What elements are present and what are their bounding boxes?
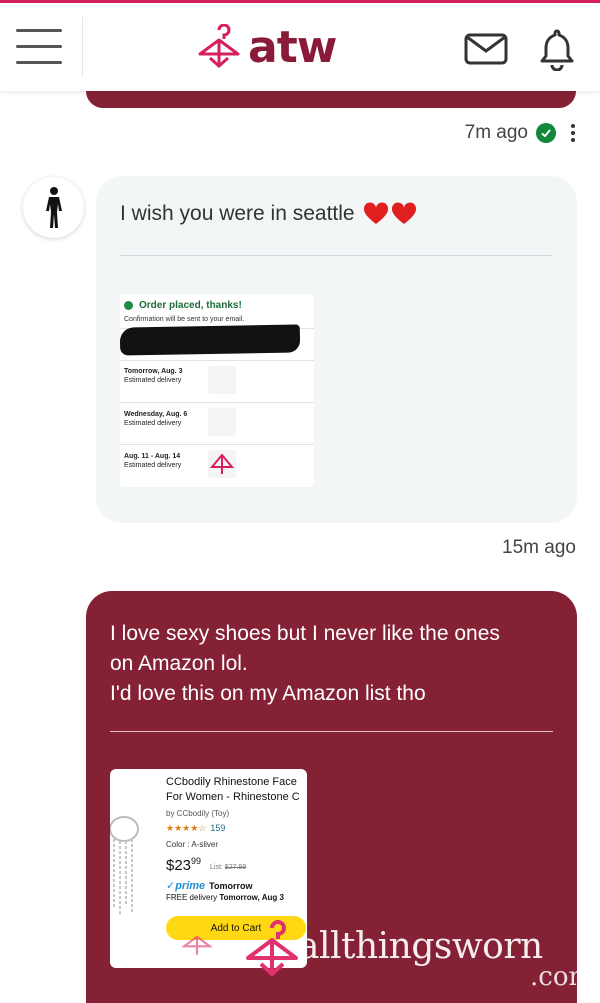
app-header: atw [0,3,600,91]
product-image [110,809,162,919]
product-thumbnail [208,408,236,436]
order-subheading: Confirmation will be sent to your email. [124,316,245,323]
message-text: I wish you were in seattle [120,202,417,226]
watermark-text: allthingsworn [298,926,543,967]
product-thumbnail [208,450,236,478]
message-divider [120,255,552,256]
message-text: I love sexy shoes but I never like the o… [110,622,500,705]
prime-delivery: ✓prime Tomorrow [166,880,253,892]
hamburger-menu-icon[interactable] [16,29,66,69]
delivery-row: Tomorrow, Aug. 3 Estimated delivery [124,368,183,384]
redaction-mark [120,324,301,356]
message-meta: 7m ago [465,120,576,146]
order-heading: Order placed, thanks! [124,300,242,311]
divider [120,444,314,445]
hanger-logo-icon [246,920,298,977]
hanger-logo-icon [182,935,212,955]
message-time: 15m ago [502,537,576,558]
envelope-icon[interactable] [464,33,508,65]
product-color: Color : A-sliver [166,840,219,849]
logo-text: atw [248,21,337,73]
person-silhouette-icon [45,186,62,228]
check-circle-icon [124,301,133,310]
product-title: CCbodily Rhinestone Face For Women - Rhi… [166,776,300,803]
product-price: $2399 [166,856,202,874]
delivery-row: Wednesday, Aug. 6 Estimated delivery [124,411,188,427]
hanger-logo-icon [209,453,235,474]
order-screenshot-attachment[interactable]: Order placed, thanks! Confirmation will … [120,294,314,487]
message-divider [110,731,553,732]
atw-logo[interactable]: atw [196,21,337,73]
delivery-row: Aug. 11 - Aug. 14 Estimated delivery [124,453,182,469]
product-thumbnail [208,366,236,394]
watermark: allthingsworn .com [170,908,600,1003]
header-divider [82,17,83,77]
free-delivery: FREE delivery Tomorrow, Aug 3 [166,893,284,902]
hanger-logo-icon [198,24,240,69]
avatar[interactable] [23,177,84,238]
product-rating: ★★★★☆ 159 [166,823,226,833]
check-circle-icon [536,123,556,143]
incoming-message-bubble: I wish you were in seattle Order placed,… [96,176,577,523]
more-options-icon[interactable] [570,124,576,142]
message-time: 7m ago [464,122,528,143]
heart-emoji-icon [363,202,417,226]
list-price: List: $27.99 [210,864,247,871]
previous-message-bubble [86,91,576,108]
bell-icon[interactable] [538,27,576,72]
product-brand: by CCbodily (Toy) [166,809,230,818]
watermark-suffix: .com [530,962,594,992]
divider [120,402,314,403]
divider [120,360,314,361]
